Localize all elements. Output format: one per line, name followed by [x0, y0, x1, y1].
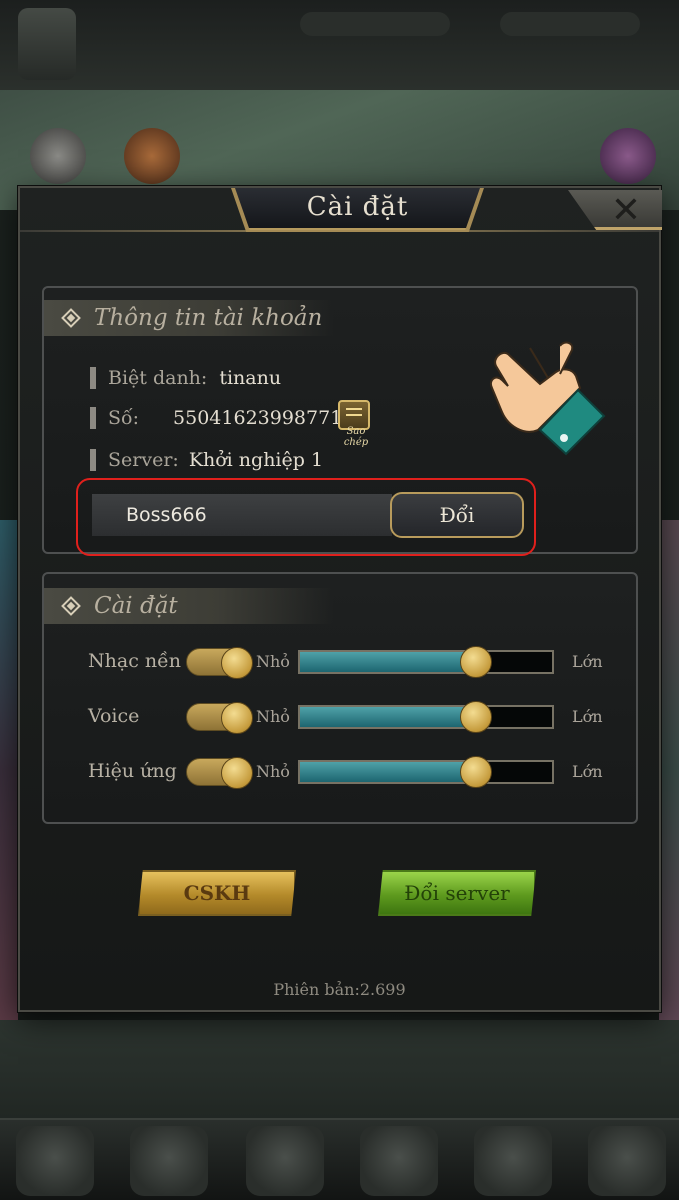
slider-handle[interactable]: [460, 756, 493, 788]
setting-label: Voice: [88, 705, 140, 727]
max-label: Lớn: [572, 762, 603, 781]
server-value: Khởi nghiệp 1: [188, 449, 324, 471]
player-avatar: [18, 8, 76, 80]
row-bullet: [90, 407, 96, 429]
server-label: Server:: [108, 449, 179, 471]
cuff-button: [560, 434, 568, 442]
max-label: Lớn: [572, 652, 603, 671]
change-server-button[interactable]: Đổi server: [378, 870, 536, 916]
toggle-knob[interactable]: [221, 702, 253, 734]
dock-button: [16, 1126, 94, 1196]
background-icon: [30, 128, 86, 184]
account-section-header: Thông tin tài khoản: [44, 300, 334, 336]
resource-bar: [500, 12, 640, 36]
customer-support-button[interactable]: CSKH: [138, 870, 296, 916]
voice-volume-slider[interactable]: [298, 701, 554, 733]
voice-toggle[interactable]: [186, 702, 253, 734]
settings-section-title: Cài đặt: [94, 593, 178, 619]
settings-dialog: Cài đặt ✕ Thông tin tài khoản Biệt danh:…: [18, 186, 662, 1012]
nickname-row: Biệt danh: tinanu: [90, 364, 281, 392]
copy-button[interactable]: Sao chép: [334, 400, 374, 448]
music-setting-row: Nhạc nền Nhỏ Lớn: [44, 646, 640, 682]
account-section-title: Thông tin tài khoản: [94, 305, 323, 331]
account-id-value: 550416239987712: [173, 407, 355, 429]
row-bullet: [90, 449, 96, 471]
setting-label: Hiệu ứng: [88, 760, 177, 782]
voice-setting-row: Voice Nhỏ Lớn: [44, 701, 640, 737]
background-icon: [600, 128, 656, 184]
min-label: Nhỏ: [256, 762, 290, 781]
dock-button: [588, 1126, 666, 1196]
nickname-input[interactable]: Boss666: [92, 494, 392, 536]
sound-settings-panel: Cài đặt Nhạc nền Nhỏ Lớn Voice Nhỏ Lớn H…: [42, 572, 638, 824]
diamond-icon: [61, 308, 81, 328]
min-label: Nhỏ: [256, 652, 290, 671]
copy-label: Sao chép: [343, 426, 369, 448]
slider-fill: [300, 762, 477, 782]
resource-bar: [300, 12, 450, 36]
rename-button[interactable]: Đổi: [390, 492, 524, 538]
slider-fill: [300, 652, 477, 672]
slider-fill: [300, 707, 477, 727]
toggle-knob[interactable]: [221, 647, 253, 679]
max-label: Lớn: [572, 707, 603, 726]
dock-button: [360, 1126, 438, 1196]
background-scenery: [0, 520, 18, 1020]
row-bullet: [90, 367, 96, 389]
game-bottom-dock: [0, 1118, 679, 1200]
effects-setting-row: Hiệu ứng Nhỏ Lớn: [44, 756, 640, 792]
toggle-knob[interactable]: [221, 757, 253, 789]
setting-label: Nhạc nền: [88, 650, 182, 672]
slider-handle[interactable]: [460, 701, 493, 733]
background-icon: [124, 128, 180, 184]
nickname-value: tinanu: [219, 367, 282, 389]
settings-section-header: Cài đặt: [44, 588, 334, 624]
diamond-icon: [61, 596, 81, 616]
background-scenery: [659, 520, 679, 1020]
account-id-label: Số:: [108, 407, 140, 429]
min-label: Nhỏ: [256, 707, 290, 726]
dock-button: [474, 1126, 552, 1196]
effects-toggle[interactable]: [186, 757, 253, 789]
close-icon[interactable]: ✕: [596, 190, 656, 231]
dock-button: [130, 1126, 208, 1196]
dock-button: [246, 1126, 324, 1196]
music-volume-slider[interactable]: [298, 646, 554, 678]
nickname-label: Biệt danh:: [108, 367, 208, 389]
version-label: Phiên bản:2.699: [273, 980, 406, 999]
dialog-title: Cài đặt: [306, 192, 409, 222]
music-toggle[interactable]: [186, 647, 253, 679]
slider-handle[interactable]: [460, 646, 493, 678]
pointing-hand-icon: [490, 341, 606, 456]
effects-volume-slider[interactable]: [298, 756, 554, 788]
account-id-row: Số: 550416239987712: [90, 404, 354, 432]
server-row: Server: Khởi nghiệp 1: [90, 446, 323, 474]
